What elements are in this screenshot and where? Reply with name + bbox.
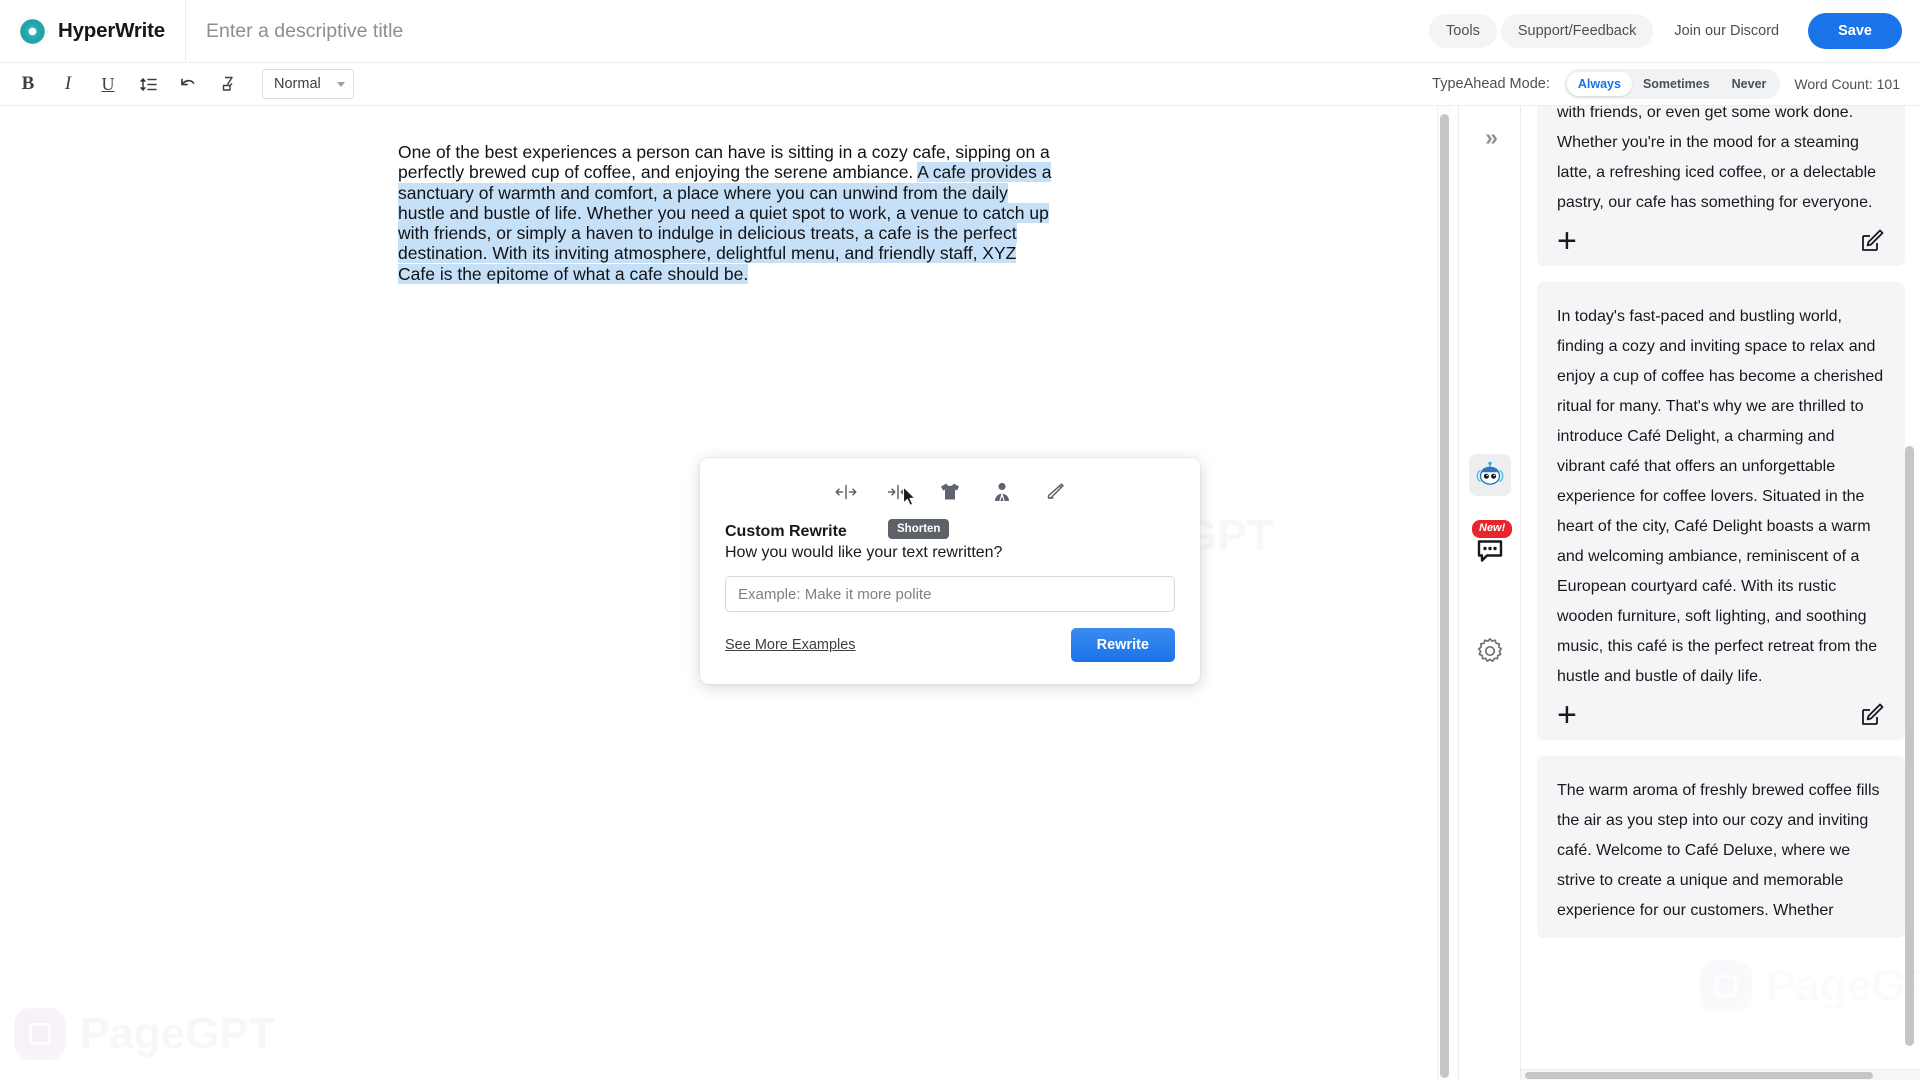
custom-rewrite-pencil-icon[interactable] — [1039, 477, 1069, 507]
panel-scrollbar-thumb[interactable] — [1905, 446, 1914, 1046]
popover-footer: See More Examples Rewrite — [725, 628, 1175, 662]
suggestion-actions: + — [1557, 224, 1885, 258]
typeahead-mode-segmented: Always Sometimes Never — [1563, 69, 1781, 99]
editor-pane: One of the best experiences a person can… — [0, 106, 1458, 1080]
edit-suggestion-icon[interactable] — [1859, 702, 1885, 728]
new-badge: New! — [1471, 519, 1514, 539]
popover-subtitle: How you would like your text rewritten? — [725, 544, 1003, 561]
insert-suggestion-plus-icon[interactable]: + — [1557, 698, 1577, 732]
suggestion-card[interactable]: our cafe comes in. With its cozy and inv… — [1537, 106, 1905, 266]
rewrite-button[interactable]: Rewrite — [1070, 628, 1175, 662]
panel-horizontal-scrollbar-thumb[interactable] — [1525, 1072, 1873, 1079]
paragraph-style-value: Normal — [274, 76, 321, 92]
typeahead-option-never[interactable]: Never — [1721, 72, 1778, 96]
app-header: HyperWrite Tools Support/Feedback Join o… — [0, 0, 1920, 62]
settings-gear-icon[interactable] — [1469, 630, 1511, 672]
support-feedback-button[interactable]: Support/Feedback — [1500, 14, 1654, 48]
underline-icon[interactable]: U — [88, 67, 128, 101]
suggestion-card[interactable]: The warm aroma of freshly brewed coffee … — [1537, 756, 1905, 938]
chevron-double-right-icon: » — [1485, 123, 1498, 150]
custom-rewrite-popover: Custom Rewrite How you would like your t… — [700, 458, 1200, 684]
hyperwrite-app: PageGPT PageGPT PageGPT PageGPT HyperWri… — [0, 0, 1920, 1080]
hyperwrite-logo-icon — [18, 16, 47, 46]
typeahead-mode-label: TypeAhead Mode: — [1432, 76, 1550, 92]
workspace: One of the best experiences a person can… — [0, 106, 1920, 1080]
suggestion-text: our cafe comes in. With its cozy and inv… — [1557, 106, 1877, 211]
chevron-down-icon — [337, 81, 345, 87]
shorten-icon[interactable] — [883, 477, 913, 507]
shorten-tooltip: Shorten — [888, 519, 950, 539]
collapse-panel-top-chevron-icon[interactable]: » — [1469, 116, 1511, 158]
italic-icon[interactable]: I — [48, 67, 88, 101]
suggestions-panel: our cafe comes in. With its cozy and inv… — [1520, 106, 1920, 1080]
popover-title: Custom Rewrite — [725, 523, 847, 540]
editor-scrollbar-thumb[interactable] — [1440, 114, 1449, 1078]
expand-icon[interactable] — [831, 477, 861, 507]
paragraph-style-select[interactable]: Normal — [262, 69, 354, 99]
document-paragraph: One of the best experiences a person can… — [398, 142, 1058, 284]
header-actions: Tools Support/Feedback Join our Discord … — [1429, 13, 1920, 49]
line-spacing-icon[interactable] — [128, 67, 168, 101]
insert-suggestion-plus-icon[interactable]: + — [1557, 224, 1577, 258]
word-count: Word Count: 101 — [1794, 76, 1900, 92]
typeahead-option-always[interactable]: Always — [1566, 72, 1632, 96]
document-body[interactable]: One of the best experiences a person can… — [398, 142, 1058, 284]
formal-person-icon[interactable] — [987, 477, 1017, 507]
undo-icon[interactable] — [168, 67, 208, 101]
suggestion-card[interactable]: In today's fast-paced and bustling world… — [1537, 282, 1905, 740]
panel-horizontal-scrollbar[interactable] — [1521, 1069, 1920, 1080]
see-more-examples-link[interactable]: See More Examples — [725, 637, 856, 653]
casual-tshirt-icon[interactable] — [935, 477, 965, 507]
chat-bubble-icon[interactable]: New! — [1469, 519, 1514, 572]
edit-suggestion-icon[interactable] — [1859, 228, 1885, 254]
suggestions-list: our cafe comes in. With its cozy and inv… — [1521, 106, 1920, 954]
suggestion-text: The warm aroma of freshly brewed coffee … — [1557, 782, 1880, 919]
formatting-toolbar: B I U Normal TypeAhead Mode: Always Some… — [0, 62, 1920, 106]
save-button[interactable]: Save — [1808, 13, 1902, 49]
typeahead-option-sometimes[interactable]: Sometimes — [1632, 72, 1721, 96]
suggestion-actions: + — [1557, 698, 1885, 732]
brand-name: HyperWrite — [58, 19, 165, 42]
custom-rewrite-input[interactable] — [725, 576, 1175, 612]
tool-rail: » New! — [1458, 106, 1520, 1080]
document-title-input[interactable] — [206, 10, 926, 52]
assistant-robot-icon[interactable] — [1469, 454, 1511, 496]
brand: HyperWrite — [0, 0, 186, 62]
suggestion-text: In today's fast-paced and bustling world… — [1557, 308, 1884, 685]
toolbar-left-group: B I U Normal — [0, 67, 354, 101]
join-discord-button[interactable]: Join our Discord — [1657, 14, 1796, 48]
rewrite-mode-icons — [725, 475, 1175, 509]
tools-button[interactable]: Tools — [1429, 14, 1497, 48]
clear-formatting-icon[interactable] — [208, 67, 248, 101]
toolbar-right-group: TypeAhead Mode: Always Sometimes Never W… — [1432, 69, 1920, 99]
bold-icon[interactable]: B — [8, 67, 48, 101]
